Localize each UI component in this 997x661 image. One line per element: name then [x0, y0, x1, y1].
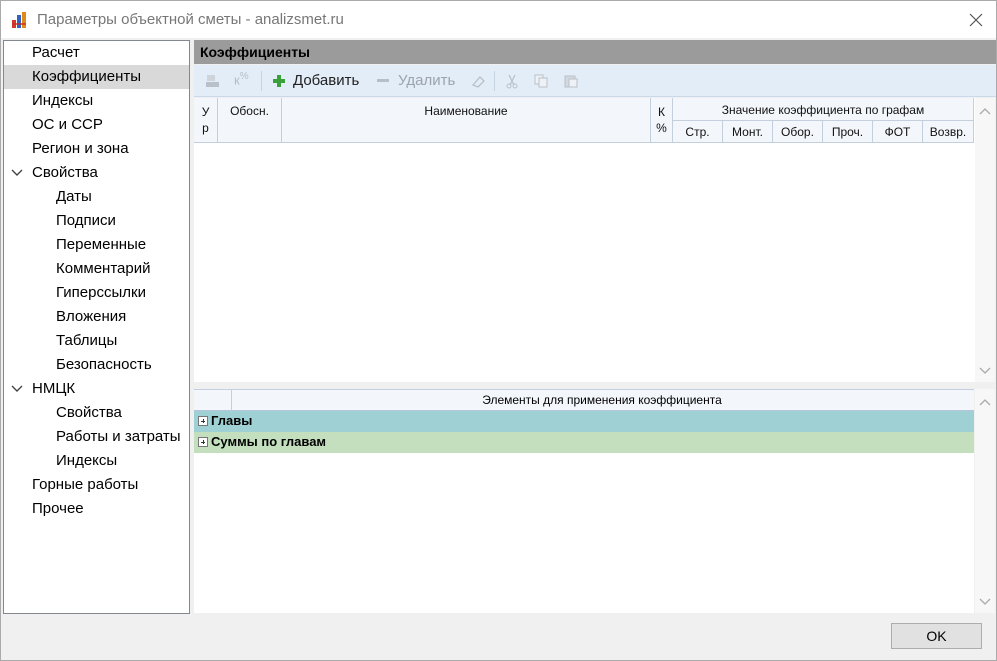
- tree-item-gornye-raboty[interactable]: Горные работы: [4, 473, 189, 497]
- level-icon[interactable]: [204, 73, 222, 89]
- scroll-down-icon[interactable]: [979, 597, 991, 607]
- col-values-group: Значение коэффициента по графам: [673, 98, 974, 121]
- col-level[interactable]: У р: [194, 98, 218, 143]
- tree-item-region[interactable]: Регион и зона: [4, 137, 189, 161]
- elements-panel: Элементы для применения коэффициента Гла…: [194, 389, 974, 613]
- col-str[interactable]: Стр.: [673, 121, 723, 143]
- tree-item-prochee[interactable]: Прочее: [4, 497, 189, 521]
- tree-item-koefficienty[interactable]: Коэффициенты: [4, 65, 189, 89]
- toolbar: к% Добавить Удалить: [194, 65, 996, 97]
- copy-icon[interactable]: [532, 73, 550, 89]
- chevron-down-icon[interactable]: [10, 382, 24, 396]
- tree-item-tablicy[interactable]: Таблицы: [4, 329, 189, 353]
- close-button[interactable]: [959, 4, 993, 36]
- elements-header-label: Элементы для применения коэффициента: [482, 393, 722, 407]
- tree-item-nmck[interactable]: НМЦК: [4, 377, 189, 401]
- elements-header: Элементы для применения коэффициента: [194, 389, 974, 411]
- minus-icon: [377, 79, 389, 82]
- grid-scrollbar[interactable]: [975, 98, 995, 382]
- window-title: Параметры объектной сметы - analizsmet.r…: [37, 11, 344, 28]
- col-name[interactable]: Наименование: [282, 98, 651, 143]
- close-icon: [969, 13, 983, 27]
- toolbar-separator: [494, 71, 495, 91]
- plus-icon: [273, 75, 285, 87]
- col-vozvr[interactable]: Возвр.: [923, 121, 974, 143]
- tree-item-indeksy[interactable]: Индексы: [4, 89, 189, 113]
- tree-item-vlozheniya[interactable]: Вложения: [4, 305, 189, 329]
- col-proch[interactable]: Проч.: [823, 121, 873, 143]
- col-mont[interactable]: Монт.: [723, 121, 773, 143]
- grid-header: У р Обосн. Наименование К % Значение коэ…: [194, 98, 974, 143]
- app-icon: [12, 12, 26, 28]
- title-bar: Параметры объектной сметы - analizsmet.r…: [1, 1, 996, 38]
- col-basis[interactable]: Обосн.: [218, 98, 282, 143]
- tree-item-bezopasnost[interactable]: Безопасность: [4, 353, 189, 377]
- percent-icon[interactable]: к%: [234, 71, 252, 87]
- dialog-window: Параметры объектной сметы - analizsmet.r…: [0, 0, 997, 661]
- coefficients-grid[interactable]: У р Обосн. Наименование К % Значение коэ…: [194, 98, 975, 382]
- col-k-percent[interactable]: К %: [651, 98, 673, 143]
- col-fot[interactable]: ФОТ: [873, 121, 923, 143]
- tree-item-raschet[interactable]: Расчет: [4, 41, 189, 65]
- tree-item-nmck-svoistva[interactable]: Свойства: [4, 401, 189, 425]
- group-row-glavy[interactable]: Главы: [194, 411, 974, 432]
- ok-button[interactable]: OK: [891, 623, 982, 649]
- scroll-up-icon[interactable]: [979, 106, 991, 116]
- tree-item-svoistva[interactable]: Свойства: [4, 161, 189, 185]
- tree-item-kommentarii[interactable]: Комментарий: [4, 257, 189, 281]
- tree-item-podpisi[interactable]: Подписи: [4, 209, 189, 233]
- tree-item-nmck-indeksy[interactable]: Индексы: [4, 449, 189, 473]
- tree-item-giperssylki[interactable]: Гиперссылки: [4, 281, 189, 305]
- paste-icon[interactable]: [562, 73, 580, 89]
- tree-item-peremennye[interactable]: Переменные: [4, 233, 189, 257]
- elements-scrollbar[interactable]: [975, 389, 995, 613]
- scroll-down-icon[interactable]: [979, 366, 991, 376]
- scroll-up-icon[interactable]: [979, 397, 991, 407]
- tree-item-daty[interactable]: Даты: [4, 185, 189, 209]
- cut-icon[interactable]: [503, 73, 521, 89]
- section-header: Коэффициенты: [194, 40, 996, 64]
- expand-icon[interactable]: [198, 416, 208, 426]
- group-row-summy[interactable]: Суммы по главам: [194, 432, 974, 453]
- eraser-icon[interactable]: [469, 73, 487, 89]
- tree-item-os-ssr[interactable]: ОС и ССР: [4, 113, 189, 137]
- expand-icon[interactable]: [198, 437, 208, 447]
- tree-item-raboty-zatraty[interactable]: Работы и затраты: [4, 425, 189, 449]
- section-title: Коэффициенты: [200, 44, 311, 60]
- toolbar-separator: [261, 71, 262, 91]
- settings-tree: Расчет Коэффициенты Индексы ОС и ССР Рег…: [3, 40, 190, 614]
- col-obor[interactable]: Обор.: [773, 121, 823, 143]
- chevron-down-icon[interactable]: [10, 166, 24, 180]
